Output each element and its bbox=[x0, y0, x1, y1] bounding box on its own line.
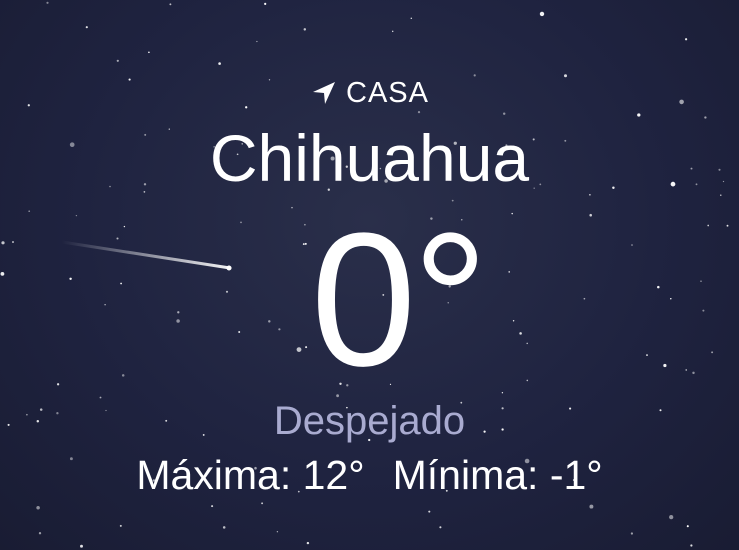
high-temperature: Máxima: 12° bbox=[136, 452, 365, 498]
location-label: CASA bbox=[346, 77, 429, 109]
location-arrow-icon bbox=[310, 79, 338, 107]
current-temperature: 0° bbox=[310, 194, 489, 406]
location-row: CASA bbox=[0, 76, 739, 110]
temperature-container: 0° bbox=[0, 205, 739, 395]
low-temperature: Mínima: -1° bbox=[392, 452, 603, 498]
weather-summary: CASA Chihuahua 0° Despejado Máxima: 12° … bbox=[0, 0, 739, 550]
weather-condition: Despejado bbox=[273, 399, 466, 443]
city-name: Chihuahua bbox=[209, 121, 530, 195]
high-low-row: Máxima: 12° Mínima: -1° bbox=[0, 450, 739, 500]
